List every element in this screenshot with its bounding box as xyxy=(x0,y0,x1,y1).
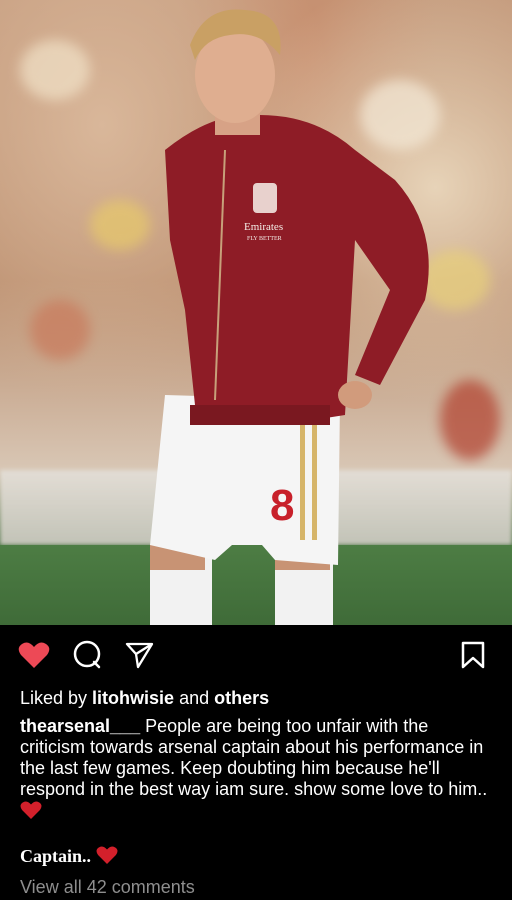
red-heart-emoji-icon xyxy=(20,801,42,819)
likes-others[interactable]: others xyxy=(214,688,269,708)
send-icon xyxy=(125,642,154,669)
likes-line[interactable]: Liked by litohwisie and others xyxy=(20,686,495,710)
post-details: Liked by litohwisie and others thearsena… xyxy=(20,686,495,822)
comment-button[interactable] xyxy=(70,640,104,670)
likes-middle: and xyxy=(174,688,215,708)
post-image[interactable]: 8 Emirates FLY BETTER xyxy=(0,0,512,625)
player-illustration: 8 Emirates FLY BETTER xyxy=(150,9,429,625)
likes-prefix: Liked by xyxy=(20,688,93,708)
post-caption: thearsenal___ People are being too unfai… xyxy=(20,716,495,822)
like-button[interactable] xyxy=(17,640,51,670)
liked-by-user[interactable]: litohwisie xyxy=(92,688,174,708)
comment-text: Captain.. xyxy=(20,846,96,866)
caption-username[interactable]: thearsenal___ xyxy=(20,716,140,736)
jacket-sponsor: Emirates xyxy=(244,221,283,233)
shirt-number: 8 xyxy=(270,481,294,530)
jacket-slogan: FLY BETTER xyxy=(247,236,282,242)
view-all-comments-link[interactable]: View all 42 comments xyxy=(20,877,195,898)
save-button[interactable] xyxy=(456,640,490,670)
top-comment: Captain.. xyxy=(20,845,118,867)
heart-icon xyxy=(18,642,50,668)
red-heart-emoji-icon xyxy=(96,846,118,864)
share-button[interactable] xyxy=(122,640,156,670)
bookmark-icon xyxy=(461,641,485,669)
comment-icon xyxy=(73,640,101,669)
